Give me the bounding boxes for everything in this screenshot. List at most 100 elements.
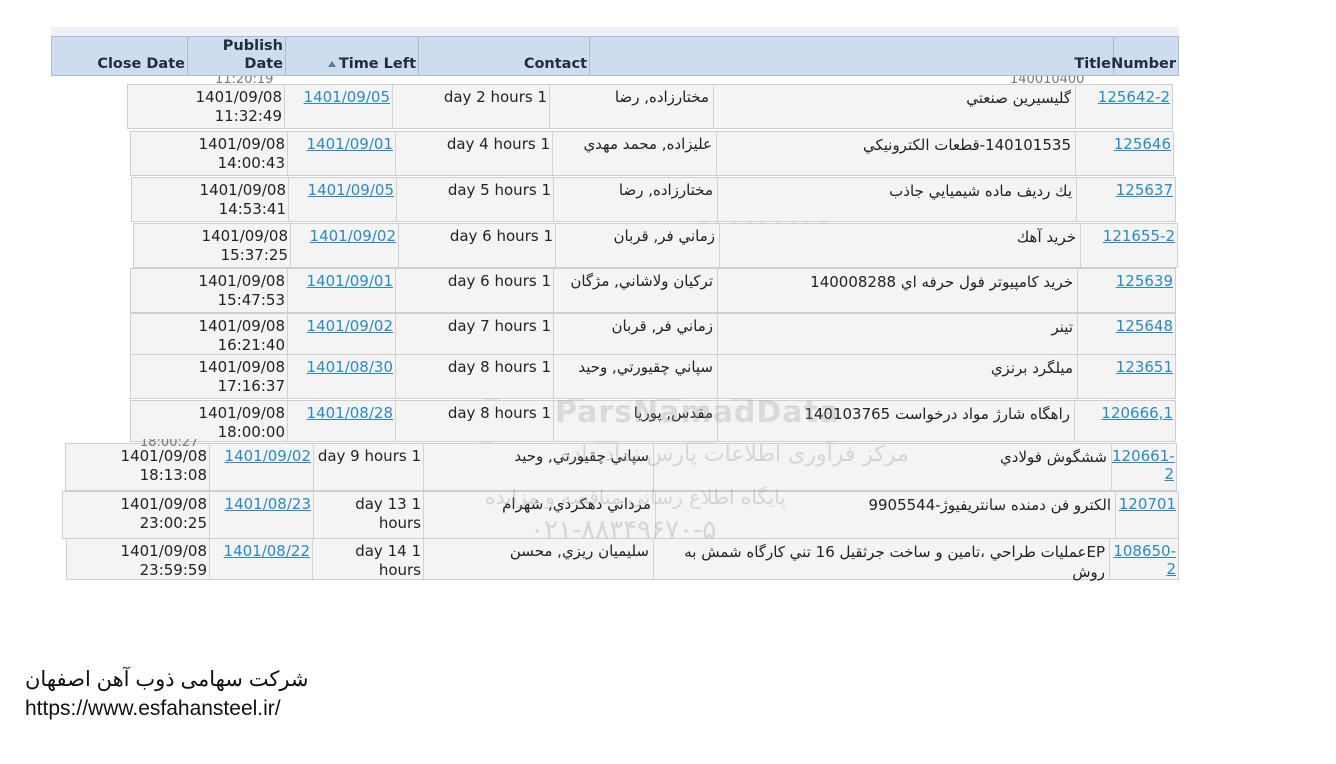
tender-number-link[interactable]: 120666,1 [1101,404,1173,422]
publish-date-cell[interactable]: 1401/09/01 [288,132,396,175]
tender-number-link[interactable]: 125639 [1116,272,1173,290]
publish-date-link[interactable]: 1401/08/22 [224,542,310,560]
title-text: EPعمليات طراحي ،تامين و ساخت جرثقيل 16 ت… [684,543,1105,581]
table-row[interactable]: 1401/09/08 18:13:08 1401/09/02 1 day 9 hour… [65,443,1177,491]
column-header-contact[interactable]: Contact [419,37,590,75]
title-text: خريد آهك [1016,228,1076,246]
publish-date-cell[interactable]: 1401/09/05 [289,178,397,221]
tender-number-link[interactable]: 125646 [1114,135,1171,153]
publish-date-link[interactable]: 1401/09/01 [307,272,393,290]
publish-date-link[interactable]: 1401/09/05 [308,181,394,199]
publish-date-link[interactable]: 1401/09/01 [307,135,393,153]
column-header-number[interactable]: Number [1111,37,1178,75]
table-row[interactable]: 1401/09/08 18:00:00 1401/08/28 1 day 8 hour… [130,400,1176,442]
title-text: 140101535-قطعات الكترونيكي [862,136,1071,154]
tender-number-link[interactable]: 125637 [1116,181,1173,199]
publish-date-link[interactable]: 1401/09/02 [307,317,393,335]
title-cell: ششگوش فولادي [654,444,1112,490]
close-date-cell: 1401/09/08 15:37:25 [134,224,291,267]
number-cell[interactable]: 125646 [1076,132,1175,175]
publish-date-cell[interactable]: 1401/08/22 [210,539,313,579]
publish-date-link[interactable]: 1401/08/23 [225,495,311,513]
number-cell[interactable]: 121655-2 [1081,224,1179,267]
close-time: 15:37:25 [220,246,288,264]
tender-number-link[interactable]: 125648 [1116,317,1173,335]
title-cell: ميلگرد برنزي [718,355,1078,398]
number-cell[interactable]: 125637 [1077,178,1177,221]
column-header-close-date[interactable]: Close Date [52,37,188,75]
number-cell[interactable]: 125648 [1078,314,1177,354]
contact-cell: سپاني چقيورتي, وحيد [424,444,654,490]
table-row[interactable]: 1401/09/08 15:47:53 1401/09/01 1 day 6 hour… [130,268,1176,313]
table-row[interactable]: 1401/09/08 16:21:40 1401/09/02 1 day 7 hour… [130,313,1176,355]
number-cell[interactable]: 108650-2 [1110,539,1180,579]
publish-date-link[interactable]: 1401/09/02 [225,447,311,465]
tender-number-link[interactable]: 125642-2 [1098,88,1170,106]
contact-cell: مقدس, پوريا [554,401,718,441]
table-row[interactable]: 1401/09/08 23:00:25 1401/08/23 1 day 13 hou… [62,491,1179,539]
table-row[interactable]: 1401/09/08 17:16:37 1401/08/30 1 day 8 hour… [130,354,1176,399]
title-cell: گليسيرين صنعتي [714,85,1076,128]
close-time: 23:59:59 [139,561,207,579]
table-row[interactable]: 1401/09/08 23:59:59 1401/08/22 1 day 14 hou… [66,538,1180,581]
table-row[interactable]: 1401/09/08 11:32:49 1401/09/05 1 day 2 hour… [127,84,1173,129]
contact-text: زماني فر, قربان [613,227,715,245]
number-cell[interactable]: 125639 [1078,269,1177,312]
time-left-cell: 1 day 6 hours [396,269,554,312]
close-time: 15:47:53 [217,291,285,309]
number-cell[interactable]: 120661-2 [1112,444,1178,490]
scrolled-row-fragment-close: 11:20:19 [215,76,274,84]
title-text: گليسيرين صنعتي [966,89,1071,107]
contact-text: سپاني چقيورتي, وحيد [514,447,649,465]
close-date-cell: 1401/09/08 17:16:37 [131,355,288,398]
contact-cell: سليميان ريزي, محسن [424,539,654,579]
tender-number-link[interactable]: 123651 [1116,358,1173,376]
column-header-time-left[interactable]: Time Left [286,37,419,75]
company-url[interactable]: https://www.esfahansteel.ir/ [25,694,309,723]
close-date: 1401/09/08 [198,358,285,376]
publish-date-cell[interactable]: 1401/08/30 [288,355,396,398]
contact-cell: عليزاده, محمد مهدي [553,132,717,175]
tender-number-link[interactable]: 108650-2 [1113,542,1176,578]
publish-date-cell[interactable]: 1401/09/02 [291,224,399,267]
contact-text: سليميان ريزي, محسن [509,542,649,560]
title-cell: EPعمليات طراحي ،تامين و ساخت جرثقيل 16 ت… [654,539,1110,581]
time-left-cell: 1 day 2 hours [393,85,550,128]
contact-cell: سپاني چقيورتي, وحيد [554,355,718,398]
tender-number-link[interactable]: 120701 [1119,495,1176,513]
publish-date-link[interactable]: 1401/08/30 [307,358,393,376]
publish-date-cell[interactable]: 1401/09/02 [288,314,396,354]
time-left-text: 1 day 6 hours [449,227,553,245]
publish-date-cell[interactable]: 1401/08/28 [288,401,396,441]
publish-date-cell[interactable]: 1401/09/05 [285,85,393,128]
contact-text: عليزاده, محمد مهدي [583,135,712,153]
column-header-title[interactable]: Title [590,37,1114,75]
number-cell[interactable]: 120666,1 [1075,401,1177,441]
company-name: شرکت سهامی ذوب آهن اصفهان [25,668,309,691]
publish-date-link[interactable]: 1401/08/28 [307,404,393,422]
table-row[interactable]: 1401/09/08 14:53:41 1401/09/05 1 day 5 hour… [131,177,1176,222]
publish-date-link[interactable]: 1401/09/02 [310,227,396,245]
time-left-cell: 1 day 8 hours [396,355,554,398]
number-cell[interactable]: 120701 [1116,492,1180,538]
table-row[interactable]: 1401/09/08 14:00:43 1401/09/01 1 day 4 hour… [130,131,1174,176]
publish-date-link[interactable]: 1401/09/05 [304,88,390,106]
number-cell[interactable]: 123651 [1078,355,1177,398]
tender-number-link[interactable]: 121655-2 [1103,227,1175,245]
close-date-cell: 1401/09/08 14:00:43 [131,132,288,175]
time-left-text: 1 day 14 hours [355,542,421,579]
table-row[interactable]: 1401/09/08 15:37:25 1401/09/02 1 day 6 hour… [133,223,1178,268]
title-text: تينر [1051,318,1073,336]
close-time: 17:16:37 [217,377,285,395]
time-left-cell: 1 day 4 hours [396,132,553,175]
tender-number-link[interactable]: 120661-2 [1112,447,1175,483]
time-left-text: 1 day 7 hours [447,317,551,335]
close-date-cell: 1401/09/08 14:53:41 [132,178,289,221]
title-text: الكترو فن دمنده سانتريفيوژ-9905544 [868,496,1111,514]
number-cell[interactable]: 125642-2 [1076,85,1174,128]
title-cell: خريد آهك [720,224,1081,267]
publish-date-cell[interactable]: 1401/09/01 [288,269,396,312]
publish-date-cell[interactable]: 1401/08/23 [210,492,314,538]
column-header-publish-date[interactable]: Publish Date [188,37,286,75]
publish-date-cell[interactable]: 1401/09/02 [210,444,314,490]
